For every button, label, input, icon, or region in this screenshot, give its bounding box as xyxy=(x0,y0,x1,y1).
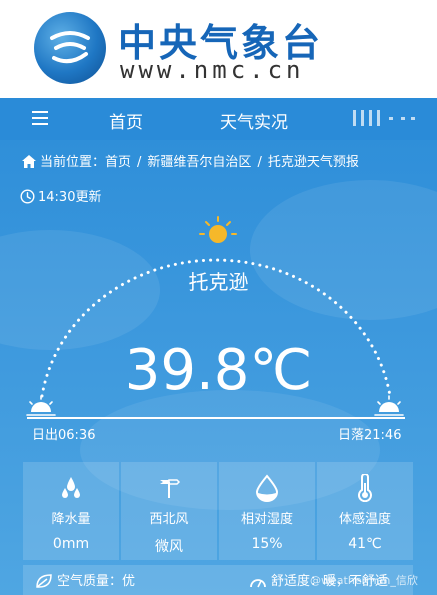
watermark: @weatherman_信欣 xyxy=(310,574,418,587)
main-nav: 首页 天气实况 xyxy=(0,98,437,140)
tile-wind: 西北风 微风 xyxy=(121,462,217,560)
breadcrumb-item-region[interactable]: 新疆维吾尔自治区 xyxy=(147,155,251,170)
tile-value: 微风 xyxy=(155,539,183,555)
breadcrumb-item-home[interactable]: 首页 xyxy=(105,155,131,170)
tile-value: 0mm xyxy=(52,536,90,552)
nmc-logo[interactable] xyxy=(34,12,106,84)
current-temperature: 39.8℃ xyxy=(124,338,313,403)
sun-icon xyxy=(199,216,237,243)
breadcrumb-label: 当前位置： xyxy=(40,155,106,170)
tile-label: 西北风 xyxy=(149,512,189,527)
leaf-icon xyxy=(36,574,52,588)
home-icon xyxy=(22,155,36,168)
city-name: 托克逊 xyxy=(188,270,249,294)
update-time-text: 14:30更新 xyxy=(38,190,102,205)
tile-feels-like: 体感温度 41℃ xyxy=(317,462,413,560)
breadcrumb-item-current: 托克逊天气预报 xyxy=(267,155,359,170)
rain-drops-icon xyxy=(62,477,80,498)
sunrise-time: 日出06:36 xyxy=(32,428,96,443)
hamburger-menu-icon[interactable] xyxy=(32,111,48,125)
tab-live-weather[interactable]: 天气实况 xyxy=(220,108,288,133)
tile-label: 体感温度 xyxy=(338,512,391,527)
air-quality[interactable]: 空气质量：优 xyxy=(35,570,135,589)
wind-vane-icon xyxy=(160,479,181,498)
air-quality-text: 空气质量：优 xyxy=(57,574,136,589)
site-url[interactable]: www.nmc.cn xyxy=(120,56,305,84)
tile-value: 41℃ xyxy=(348,536,382,552)
breadcrumb-separator: / xyxy=(257,155,262,170)
logo-swirl-icon xyxy=(50,31,90,64)
humidity-drop-icon xyxy=(255,474,279,502)
horizon-line xyxy=(27,417,405,419)
tab-home[interactable]: 首页 xyxy=(109,108,143,133)
thermometer-icon xyxy=(358,473,372,503)
tile-label: 降水量 xyxy=(51,512,91,527)
clock-icon xyxy=(20,189,35,204)
nav-more-tabs-faded[interactable] xyxy=(349,110,419,126)
tile-label: 相对湿度 xyxy=(240,512,293,527)
update-time: 14:30更新 xyxy=(20,186,101,205)
weather-detail-tiles: 降水量 0mm 西北风 微风 相对湿度 15% 体感温度 41℃ xyxy=(23,462,413,560)
tile-humidity: 相对湿度 15% xyxy=(219,462,315,560)
site-header: 中央气象台 www.nmc.cn xyxy=(0,0,437,98)
breadcrumb: 当前位置：首页 / 新疆维吾尔自治区 / 托克逊天气预报 xyxy=(22,151,359,170)
sunset-time: 日落21:46 xyxy=(338,428,402,443)
tile-precipitation: 降水量 0mm xyxy=(23,462,119,560)
sun-path-arc xyxy=(26,216,404,416)
weather-panel: 当前位置：首页 / 新疆维吾尔自治区 / 托克逊天气预报 14:30更新 托克逊… xyxy=(0,140,437,595)
tile-value: 15% xyxy=(251,536,283,552)
gauge-icon xyxy=(250,579,266,588)
breadcrumb-separator: / xyxy=(137,155,142,170)
